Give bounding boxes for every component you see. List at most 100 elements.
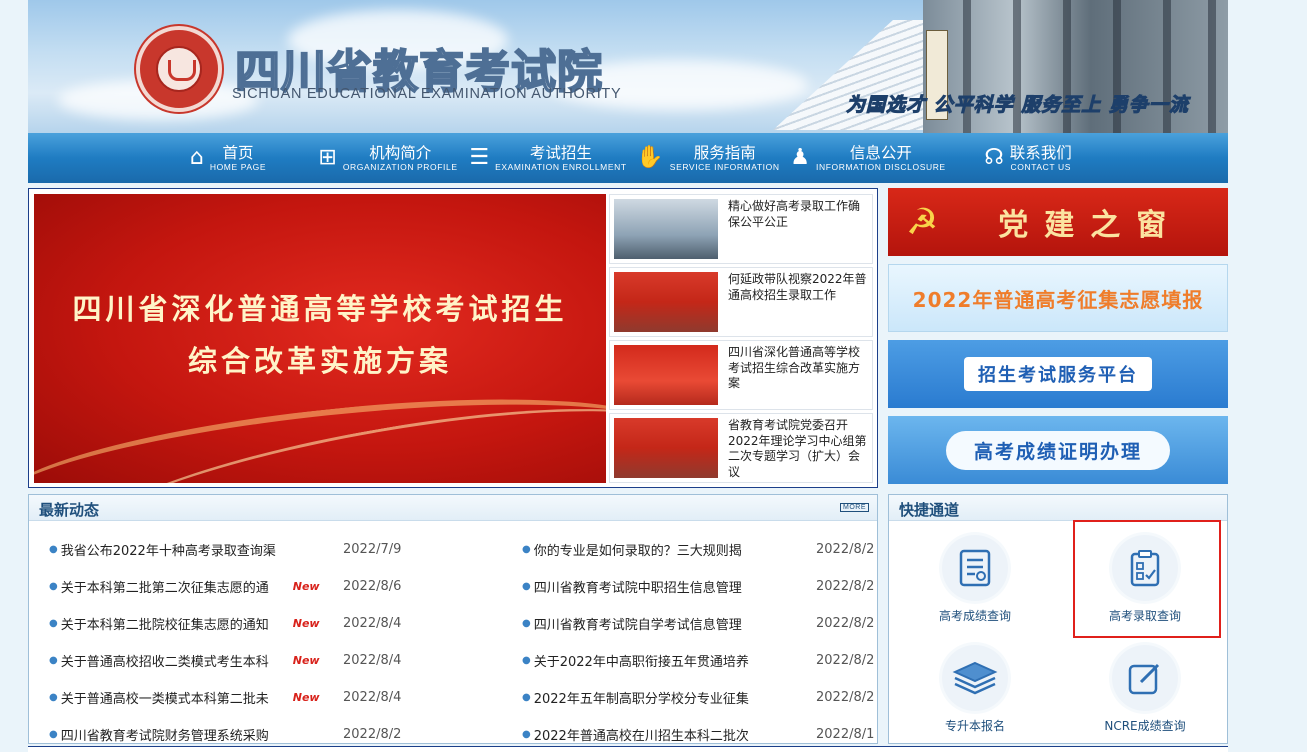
main-nav: ⌂ 首页 HOME PAGE ⊞ 机构简介 ORGANIZATION PROFILE… — [28, 133, 1228, 183]
news-item[interactable]: ● 关于2022年中高职衔接五年贯通培养 2022/8/2 — [522, 642, 874, 679]
news-column-left: ● 我省公布2022年十种高考录取查询渠 2022/7/9 ● 关于本科第二批第二次征… — [49, 531, 402, 752]
news-item[interactable]: ● 四川省教育考试院自学考试信息管理 2022/8/2 — [522, 605, 874, 642]
news-title: 你的专业是如何录取的？三大规则揭 — [533, 543, 742, 559]
bullet-icon: ● — [522, 691, 531, 703]
news-date: 2022/8/4 — [343, 689, 402, 705]
panel-header: 最新动态 MORE — [29, 495, 877, 521]
home-icon: ⌂ — [189, 145, 204, 170]
news-date: 2022/8/2 — [343, 726, 402, 742]
nav-label: 机构简介 — [369, 144, 432, 162]
nav-home[interactable]: ⌂ 首页 HOME PAGE — [148, 133, 308, 183]
new-badge: New — [292, 653, 320, 667]
quick-label: 高考成绩查询 — [938, 609, 1011, 623]
clipboard-check-icon — [1112, 535, 1178, 601]
banner-label: 高考成绩证明办理 — [945, 430, 1170, 470]
score-report-icon — [942, 535, 1008, 601]
news-item[interactable]: ● 关于普通高校一类模式本科第二批未 New 2022/8/4 — [49, 679, 402, 716]
more-link[interactable]: MORE — [840, 503, 869, 512]
thumbnail-item[interactable]: 精心做好高考录取工作确保公平公正 — [609, 194, 873, 264]
party-building-banner[interactable]: ☭ 党建之窗 — [888, 188, 1228, 256]
news-title: 关于普通高校招收二类模式考生本科 — [60, 654, 269, 670]
nav-label-en: EXAMINATION ENROLLMENT — [495, 162, 627, 172]
nav-label-en: HOME PAGE — [209, 162, 267, 172]
slogan: 为国选才 公平科学 服务至上 勇争一流 — [846, 94, 1189, 117]
thumbnail-list: 精心做好高考录取工作确保公平公正 何延政带队视察2022年普通高校招生录取工作 … — [609, 194, 873, 486]
quick-upgrade-registration[interactable]: 专升本报名 — [905, 645, 1045, 734]
quick-ncre-score-query[interactable]: NCRE成绩查询 — [1075, 645, 1215, 734]
bullet-icon: ● — [49, 728, 58, 740]
thumbnail-photo — [614, 418, 718, 478]
carousel-headline: 综合改革实施方案 — [187, 344, 452, 378]
news-date: 2022/8/6 — [343, 578, 402, 594]
news-item[interactable]: ● 我省公布2022年十种高考录取查询渠 2022/7/9 — [49, 531, 401, 568]
news-date: 2022/8/4 — [343, 615, 402, 631]
nav-label-en: SERVICE INFORMATION — [669, 162, 780, 172]
people-icon: ♟ — [790, 145, 811, 170]
edit-icon — [1112, 645, 1178, 711]
thumbnail-photo — [614, 199, 718, 259]
news-title: 四川省教育考试院自学考试信息管理 — [533, 617, 742, 633]
site-header: 四川省教育考试院 SICHUAN EDUCATIONAL EXAMINATION… — [28, 0, 1228, 133]
new-badge: New — [292, 616, 320, 630]
news-item[interactable]: ● 四川省教育考试院中职招生信息管理 2022/8/2 — [522, 568, 874, 605]
bullet-icon: ● — [522, 728, 531, 740]
bullet-icon: ● — [522, 654, 531, 666]
thumbnail-item[interactable]: 四川省深化普通高等学校考试招生综合改革实施方案 — [609, 340, 873, 410]
news-title: 2022年普通高校在川招生本科二批次 — [533, 728, 749, 744]
news-column-right: ● 你的专业是如何录取的？三大规则揭 2022/8/2 ● 四川省教育考试院中职招生信… — [522, 531, 875, 752]
news-item[interactable]: ● 关于本科第二批第二次征集志愿的通 New 2022/8/6 — [49, 568, 402, 605]
bullet-icon: ● — [522, 617, 531, 629]
nav-exam-enrollment[interactable]: ☰ 考试招生 EXAMINATION ENROLLMENT — [468, 133, 628, 183]
news-item[interactable]: ● 你的专业是如何录取的？三大规则揭 2022/8/2 — [522, 531, 874, 568]
featured-news: 四川省深化普通高等学校考试招生 综合改革实施方案 精心做好高考录取工作确保公平公… — [28, 188, 878, 488]
nav-label: 信息公开 — [849, 144, 912, 162]
news-title: 我省公布2022年十种高考录取查询渠 — [60, 543, 276, 559]
news-title: 四川省教育考试院财务管理系统采购 — [60, 728, 269, 744]
thumbnail-caption: 省教育考试院党委召开2022年理论学习中心组第二次专题学习（扩大）会议 — [728, 418, 867, 478]
thumbnail-caption: 何延政带队视察2022年普通高校招生录取工作 — [728, 272, 867, 302]
news-carousel[interactable]: 四川省深化普通高等学校考试招生 综合改革实施方案 — [34, 194, 606, 483]
news-item[interactable]: ● 2022年五年制高职分学校分专业征集 2022/8/2 — [522, 679, 875, 716]
thumbnail-caption: 四川省深化普通高等学校考试招生综合改革实施方案 — [728, 345, 861, 390]
bullet-icon: ● — [522, 543, 531, 555]
nav-service[interactable]: ✋ 服务指南 SERVICE INFORMATION — [628, 133, 788, 183]
thumbnail-caption: 精心做好高考录取工作确保公平公正 — [728, 199, 861, 229]
banner-label: 2022年普通高考征集志愿填报 — [912, 287, 1204, 312]
org-chart-icon: ⊞ — [318, 145, 337, 170]
news-title: 2022年五年制高职分学校分专业征集 — [533, 691, 749, 707]
quick-label: 高考录取查询 — [1108, 609, 1181, 623]
nav-label-en: ORGANIZATION PROFILE — [342, 162, 458, 172]
panel-title: 最新动态 — [39, 501, 100, 519]
volunteer-fill-banner[interactable]: 2022年普通高考征集志愿填报 — [888, 264, 1228, 332]
banner-label: 招生考试服务平台 — [964, 357, 1152, 391]
news-item[interactable]: ● 关于本科第二批院校征集志愿的通知 New 2022/8/4 — [49, 605, 402, 642]
news-title: 关于本科第二批第二次征集志愿的通 — [60, 580, 269, 596]
thumbnail-item[interactable]: 何延政带队视察2022年普通高校招生录取工作 — [609, 267, 873, 337]
nav-organization[interactable]: ⊞ 机构简介 ORGANIZATION PROFILE — [308, 133, 468, 183]
nav-label: 服务指南 — [693, 144, 756, 162]
bullet-icon: ● — [49, 617, 58, 629]
thumbnail-item[interactable]: 省教育考试院党委召开2022年理论学习中心组第二次专题学习（扩大）会议 — [609, 413, 873, 483]
news-date: 2022/8/4 — [343, 652, 402, 668]
new-badge: New — [292, 690, 320, 704]
service-platform-banner[interactable]: 招生考试服务平台 — [888, 340, 1228, 408]
bullet-icon: ● — [49, 654, 58, 666]
quick-admission-query[interactable]: 高考录取查询 — [1075, 535, 1215, 624]
quick-score-query[interactable]: 高考成绩查询 — [905, 535, 1045, 624]
quick-label: 专升本报名 — [944, 719, 1005, 733]
news-item[interactable]: ● 关于普通高校招收二类模式考生本科 New 2022/8/4 — [49, 642, 402, 679]
nav-disclosure[interactable]: ♟ 信息公开 INFORMATION DISCLOSURE — [788, 133, 948, 183]
nav-label-en: INFORMATION DISCLOSURE — [816, 162, 946, 172]
quick-access-panel: 快捷通道 高考成绩查询 高考录取查询 专升本报名 NCRE成绩查询 — [888, 494, 1228, 744]
headset-icon: ☊ — [984, 145, 1004, 170]
new-badge: New — [292, 579, 320, 593]
score-certificate-banner[interactable]: 高考成绩证明办理 — [888, 416, 1228, 484]
news-date: 2022/8/1 — [816, 726, 875, 742]
nav-contact[interactable]: ☊ 联系我们 CONTACT US — [948, 133, 1108, 183]
bullet-icon: ● — [49, 580, 58, 592]
panel-title: 快捷通道 — [899, 501, 960, 519]
bullet-icon: ● — [49, 543, 58, 555]
site-logo-seal[interactable] — [136, 26, 222, 112]
thumbnail-photo — [614, 272, 718, 332]
news-date: 2022/8/2 — [816, 689, 875, 705]
